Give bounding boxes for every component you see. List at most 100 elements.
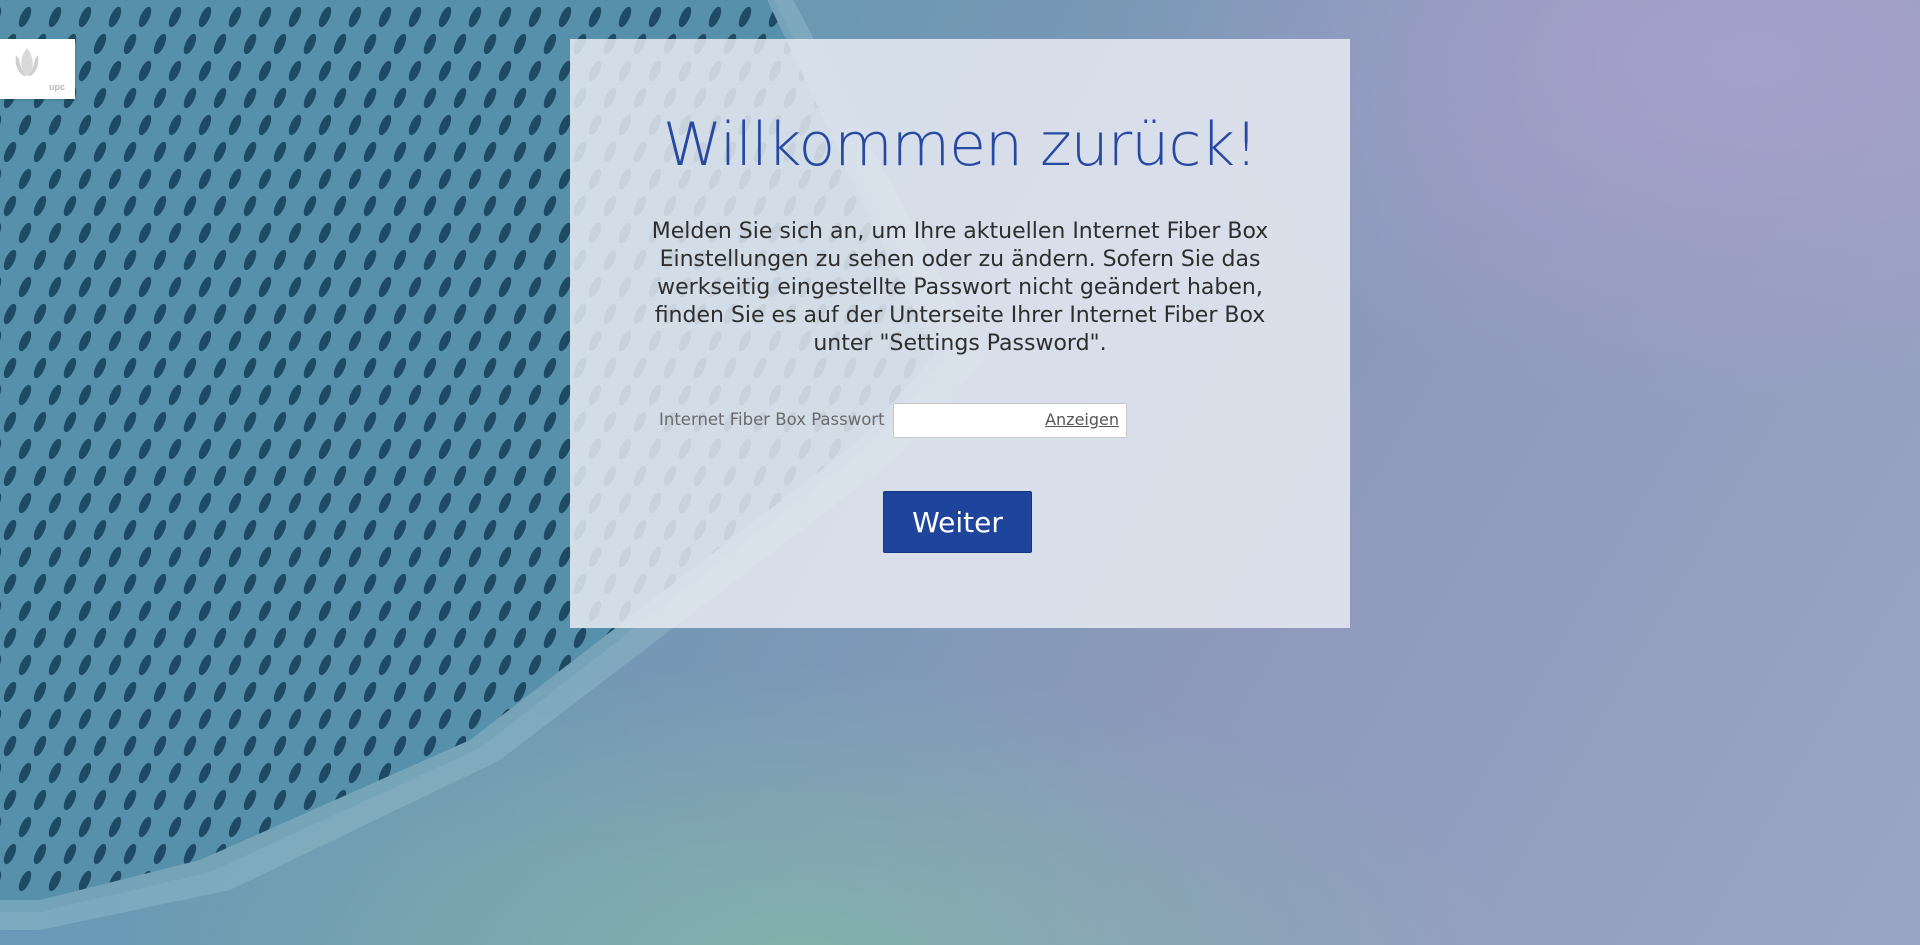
grille-hole [976, 761, 993, 785]
grille-hole [438, 816, 452, 838]
grille-hole [438, 870, 452, 892]
grille-hole [528, 870, 542, 892]
grille-hole [558, 870, 572, 892]
grille-hole [393, 843, 407, 865]
grille-hole [468, 816, 482, 838]
grille-hole [648, 816, 662, 838]
continue-button[interactable]: Weiter [883, 491, 1032, 553]
grille-hole [918, 654, 932, 676]
password-label: Internet Fiber Box Passwort [659, 410, 885, 429]
grille-hole [498, 816, 512, 838]
grille-hole [723, 627, 737, 649]
grille-hole [573, 735, 587, 757]
grille-hole [333, 843, 347, 865]
grille-hole [543, 843, 557, 865]
grille-hole [768, 708, 782, 730]
grille-hole [678, 708, 692, 730]
grille-hole [828, 6, 842, 28]
upc-logo-icon [15, 48, 39, 76]
page-title: Willkommen zurück! [662, 110, 1258, 180]
grille-hole [693, 789, 707, 811]
grille-hole [813, 735, 827, 757]
password-input[interactable] [894, 404, 1044, 437]
grille-hole [618, 870, 632, 892]
grille-hole [528, 762, 542, 784]
grille-hole [783, 681, 797, 703]
grille-hole [693, 627, 707, 649]
grille-hole [858, 816, 872, 838]
grille-hole [903, 789, 917, 811]
grille-hole [828, 870, 842, 892]
grille-hole [873, 735, 887, 757]
grille-hole [858, 708, 872, 730]
grille-hole [888, 654, 902, 676]
grille-hole [828, 762, 842, 784]
grille-hole [946, 707, 963, 731]
grille-hole [858, 762, 872, 784]
grille-hole [603, 735, 617, 757]
grille-hole [738, 654, 752, 676]
grille-hole [933, 843, 935, 865]
grille-hole [843, 627, 857, 649]
grille-hole [723, 789, 737, 811]
grille-hole [888, 6, 902, 28]
grille-hole [708, 870, 722, 892]
grille-hole [618, 708, 632, 730]
grille-hole [798, 654, 812, 676]
grille-hole [483, 843, 497, 865]
grille-hole [961, 680, 978, 704]
password-field[interactable]: Anzeigen [893, 403, 1127, 438]
grille-hole [753, 843, 767, 865]
grille-hole [888, 762, 902, 784]
show-password-link[interactable]: Anzeigen [1045, 410, 1119, 429]
grille-hole [798, 762, 812, 784]
grille-hole [753, 735, 767, 757]
grille-hole [933, 735, 935, 757]
grille-hole [678, 762, 692, 784]
grille-hole [888, 816, 902, 838]
grille-hole [543, 789, 557, 811]
grille-hole [873, 843, 887, 865]
grille-hole [828, 654, 842, 676]
grille-hole [918, 816, 932, 838]
grille-hole [483, 789, 497, 811]
grille-hole [828, 816, 842, 838]
grille-hole [946, 653, 963, 677]
grille-hole [933, 0, 935, 1]
grille-hole [558, 762, 572, 784]
login-description: Melden Sie sich an, um Ihre aktuellen In… [651, 219, 1269, 356]
grille-hole [976, 653, 993, 677]
grille-hole [498, 870, 512, 892]
grille-hole [318, 870, 332, 892]
grille-hole [946, 761, 963, 785]
grille-hole [708, 654, 722, 676]
grille-hole [693, 735, 707, 757]
grille-hole [588, 816, 602, 838]
grille-hole [933, 789, 935, 811]
grille-hole [961, 626, 978, 650]
grille-hole [573, 843, 587, 865]
grille-hole [768, 762, 782, 784]
grille-hole [813, 0, 827, 1]
grille-hole [798, 708, 812, 730]
grille-hole [768, 870, 782, 892]
grille-hole [543, 735, 557, 757]
grille-hole [903, 735, 917, 757]
grille-hole [873, 789, 887, 811]
grille-hole [843, 735, 857, 757]
grille-hole [348, 870, 362, 892]
grille-hole [633, 843, 647, 865]
grille-hole [783, 735, 797, 757]
grille-hole [768, 654, 782, 676]
grille-hole [798, 870, 812, 892]
grille-hole [976, 5, 993, 29]
grille-hole [648, 654, 662, 676]
grille-hole [753, 627, 767, 649]
grille-hole [918, 6, 932, 28]
grille-hole [918, 708, 932, 730]
grille-hole [933, 681, 935, 703]
grille-hole [961, 788, 978, 812]
grille-hole [888, 870, 902, 892]
grille-hole [378, 816, 392, 838]
grille-hole [888, 708, 902, 730]
